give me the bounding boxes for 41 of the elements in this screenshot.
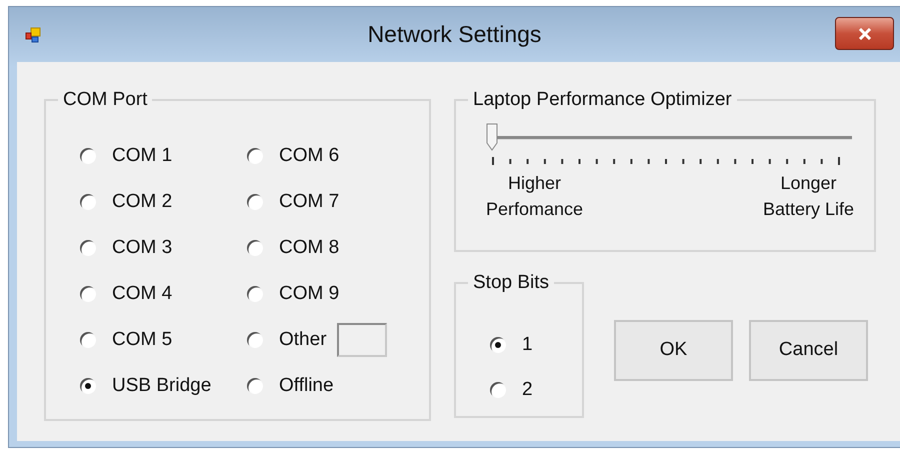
dialog-button[interactable]: Cancel — [749, 320, 868, 380]
radio-label: COM 2 — [112, 191, 172, 213]
radio-button[interactable] — [80, 286, 96, 302]
radio-button[interactable] — [247, 378, 263, 394]
radio-button[interactable] — [80, 240, 96, 256]
radio-label: COM 9 — [279, 283, 340, 305]
window-title: Network Settings — [368, 21, 542, 48]
group-title: COM Port — [62, 89, 148, 111]
app-icon — [25, 26, 41, 42]
radio-label: Other — [279, 329, 327, 351]
scale-label: Higher Perfomance — [486, 172, 584, 222]
radio-button[interactable] — [247, 194, 263, 210]
radio-label: COM 8 — [279, 237, 340, 259]
radio-button[interactable] — [80, 332, 96, 348]
input-field[interactable] — [336, 323, 387, 357]
slider-thumb[interactable] — [486, 123, 498, 151]
radio-button[interactable] — [247, 240, 263, 256]
radio-button[interactable] — [247, 286, 263, 302]
radio-label: COM 3 — [112, 237, 172, 259]
radio-label: USB Bridge — [112, 375, 212, 397]
radio-button[interactable] — [247, 148, 263, 164]
radio-button[interactable] — [80, 378, 96, 394]
radio-label: Offline — [279, 375, 334, 397]
radio-label: COM 5 — [112, 329, 172, 351]
group-title: Stop Bits — [472, 272, 550, 294]
radio-button[interactable] — [490, 336, 506, 352]
radio-label: COM 6 — [279, 145, 340, 167]
radio-label: COM 1 — [112, 145, 172, 167]
radio-label: COM 7 — [279, 191, 340, 213]
dialog-button[interactable]: OK — [614, 320, 733, 380]
radio-label: 2 — [522, 378, 533, 400]
radio-button[interactable] — [80, 194, 96, 210]
radio-label: COM 4 — [112, 283, 172, 305]
scale-label: Longer Battery Life — [762, 172, 854, 222]
radio-button[interactable] — [490, 382, 506, 398]
close-icon — [856, 28, 872, 40]
group-title: Laptop Performance Optimizer — [472, 89, 733, 111]
radio-button[interactable] — [247, 332, 263, 348]
close-button[interactable] — [835, 17, 894, 50]
radio-button[interactable] — [80, 148, 96, 164]
radio-label: 1 — [522, 334, 533, 356]
